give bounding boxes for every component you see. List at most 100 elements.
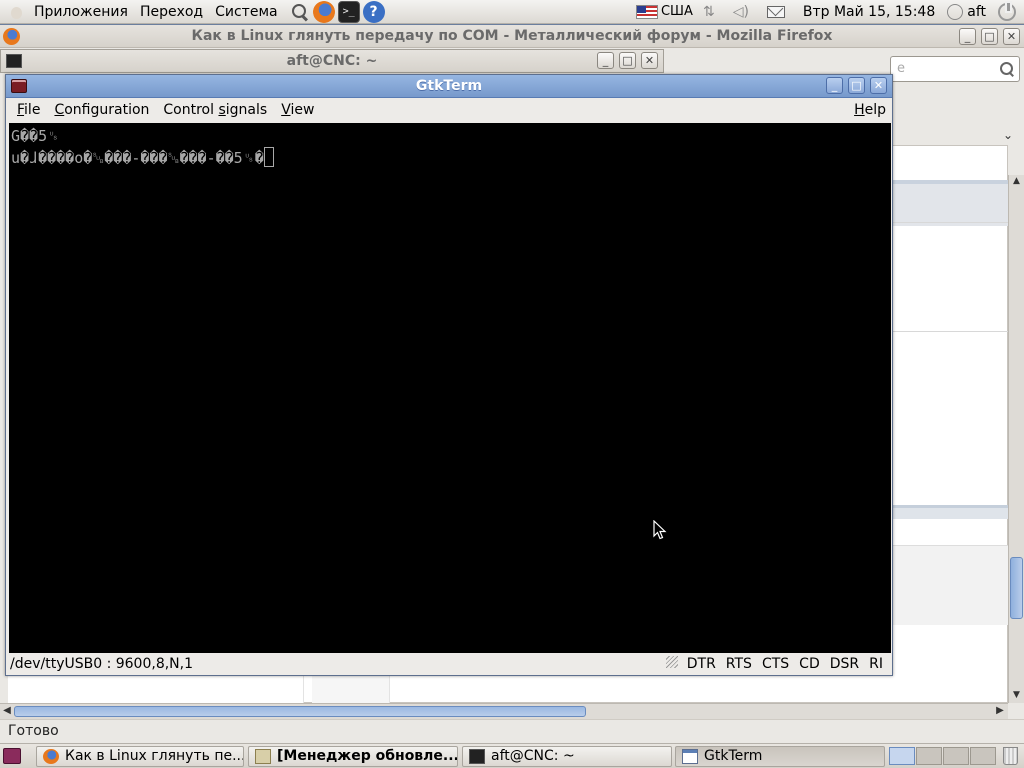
minimize-button[interactable]: _: [826, 77, 843, 94]
gtkterm-window: GtkTerm _ □ ✕ File Configuration Control…: [5, 74, 893, 676]
gtkterm-window-title: GtkTerm: [415, 78, 483, 94]
signal-indicators: DTR RTS CTS CD DSR RI: [665, 656, 892, 672]
file-menu[interactable]: File: [10, 98, 47, 122]
minimize-button[interactable]: _: [597, 52, 614, 69]
firefox-icon: [43, 749, 59, 764]
search-icon[interactable]: [290, 2, 310, 22]
gtkterm-statusbar: /dev/ttyUSB0 : 9600,8,N,1 DTR RTS CTS CD…: [6, 653, 892, 675]
update-manager-icon: [255, 749, 271, 764]
chevron-down-icon[interactable]: ⌄: [1003, 128, 1015, 142]
taskbar-item-terminal[interactable]: aft@CNC: ~: [462, 746, 672, 767]
divider: [892, 331, 1008, 332]
minimize-button[interactable]: _: [959, 28, 976, 45]
maximize-button[interactable]: □: [981, 28, 998, 45]
mouse-pointer-icon: [653, 520, 667, 540]
view-menu-label: iew: [290, 102, 315, 118]
system-menu[interactable]: Система: [209, 0, 283, 24]
signal-dtr: DTR: [686, 656, 716, 672]
applications-menu[interactable]: Приложения: [28, 0, 134, 24]
user-name[interactable]: aft: [963, 4, 986, 20]
forum-header-strip: [892, 180, 1008, 226]
scrollbar-thumb[interactable]: [1010, 557, 1023, 619]
taskbar-item-update-manager[interactable]: [Менеджер обновле...: [248, 746, 458, 767]
workspace-2[interactable]: [916, 747, 942, 765]
table-cell: [312, 675, 390, 703]
workspace-3[interactable]: [943, 747, 969, 765]
terminal-window[interactable]: aft@CNC: ~ _ □ ✕: [0, 49, 664, 73]
terminal-line-text: u�ɺ����o�␚���-���␚���-��5␟�: [11, 149, 264, 167]
keyboard-layout-indicator[interactable]: США: [661, 4, 693, 19]
network-icon[interactable]: ⇅: [699, 3, 719, 21]
workspace-4[interactable]: [970, 747, 996, 765]
file-menu-label: ile: [24, 102, 41, 118]
configuration-menu-label: onfiguration: [64, 102, 150, 118]
top-panel: Приложения Переход Система >_ ? США ⇅ ◁)…: [0, 0, 1024, 24]
close-button[interactable]: ✕: [641, 52, 658, 69]
table-cell: [8, 675, 304, 703]
taskbar-item-label: GtkTerm: [704, 748, 763, 764]
maximize-button[interactable]: □: [848, 77, 865, 94]
divider: [892, 222, 1008, 223]
volume-icon[interactable]: ◁): [731, 3, 751, 21]
us-flag-icon: [635, 4, 658, 19]
view-menu[interactable]: View: [274, 98, 321, 122]
search-icon[interactable]: [999, 61, 1015, 77]
trash-icon[interactable]: [1003, 747, 1018, 765]
scroll-left-icon[interactable]: ◀: [1, 705, 13, 717]
scroll-down-icon[interactable]: ▼: [1011, 690, 1022, 701]
taskbar-item-label: aft@CNC: ~: [491, 748, 575, 764]
port-settings: /dev/ttyUSB0 : 9600,8,N,1: [10, 656, 194, 672]
maximize-button[interactable]: □: [619, 52, 636, 69]
gtkterm-icon: [682, 749, 698, 764]
control-signals-menu-mnemonic: s: [218, 102, 226, 118]
firefox-titlebar[interactable]: Как в Linux глянуть передачу по COM - Ме…: [0, 25, 1024, 48]
scroll-right-icon[interactable]: ▶: [994, 705, 1006, 717]
show-desktop-icon[interactable]: [3, 748, 21, 764]
signal-dsr: DSR: [829, 656, 860, 672]
help-launcher-icon[interactable]: ?: [362, 0, 385, 23]
power-icon[interactable]: [998, 0, 1016, 21]
terminal-launcher-icon[interactable]: >_: [337, 0, 360, 23]
search-input[interactable]: e: [890, 56, 1020, 82]
user-status-icon: [947, 3, 964, 20]
terminal-output[interactable]: G��5␟ u�ɺ����o�␚���-���␚���-��5␟�: [9, 123, 891, 653]
help-menu-label: elp: [864, 102, 886, 118]
firefox-window-title: Как в Linux глянуть передачу по COM - Ме…: [191, 28, 833, 44]
scrollbar-thumb[interactable]: [14, 706, 586, 717]
control-signals-menu[interactable]: Control signals: [156, 98, 274, 122]
close-button[interactable]: ✕: [870, 77, 887, 94]
taskbar-item-firefox[interactable]: Как в Linux глянуть пе...: [36, 746, 244, 767]
search-placeholder: e: [897, 61, 905, 76]
places-menu[interactable]: Переход: [134, 0, 209, 24]
terminal-line: u�ɺ����o�␚���-���␚���-��5␟�: [11, 147, 889, 169]
page-table-fragment: [8, 675, 888, 703]
clock[interactable]: Втр Май 15, 15:48: [795, 4, 943, 20]
configuration-menu[interactable]: Configuration: [47, 98, 156, 122]
gnome-foot-icon[interactable]: [6, 1, 28, 23]
file-menu-mnemonic: F: [17, 102, 25, 118]
horizontal-scrollbar[interactable]: ◀ ▶: [0, 703, 1008, 719]
terminal-line: G��5␟: [11, 127, 60, 145]
help-menu[interactable]: Help: [847, 98, 892, 122]
mail-icon[interactable]: [766, 5, 785, 18]
close-button[interactable]: ✕: [1003, 28, 1020, 45]
configuration-menu-mnemonic: C: [54, 102, 65, 118]
signal-rts: RTS: [725, 656, 752, 672]
terminal-window-title: aft@CNC: ~: [286, 53, 378, 69]
resize-grip-icon[interactable]: [665, 656, 678, 668]
vertical-scrollbar[interactable]: ▲ ▼: [1008, 175, 1024, 703]
firefox-launcher-icon[interactable]: [312, 0, 335, 23]
signal-ri: RI: [869, 656, 883, 672]
workspace-1[interactable]: [889, 747, 915, 765]
help-menu-mnemonic: H: [854, 102, 865, 118]
taskbar-item-label: [Менеджер обновле...: [277, 748, 458, 764]
menubar: File Configuration Control signals View …: [6, 98, 892, 122]
gtkterm-titlebar[interactable]: GtkTerm _ □ ✕: [6, 75, 892, 98]
taskbar-item-label: Как в Linux глянуть пе...: [65, 748, 244, 764]
control-signals-menu-label-rest: ignals: [225, 102, 268, 118]
taskbar-item-gtkterm[interactable]: GtkTerm: [675, 746, 885, 767]
status-bar: Готово: [0, 719, 1024, 743]
bottom-panel: Как в Linux глянуть пе... [Менеджер обно…: [0, 743, 1024, 768]
control-signals-menu-label: Control: [163, 102, 219, 118]
scroll-up-icon[interactable]: ▲: [1011, 176, 1022, 187]
